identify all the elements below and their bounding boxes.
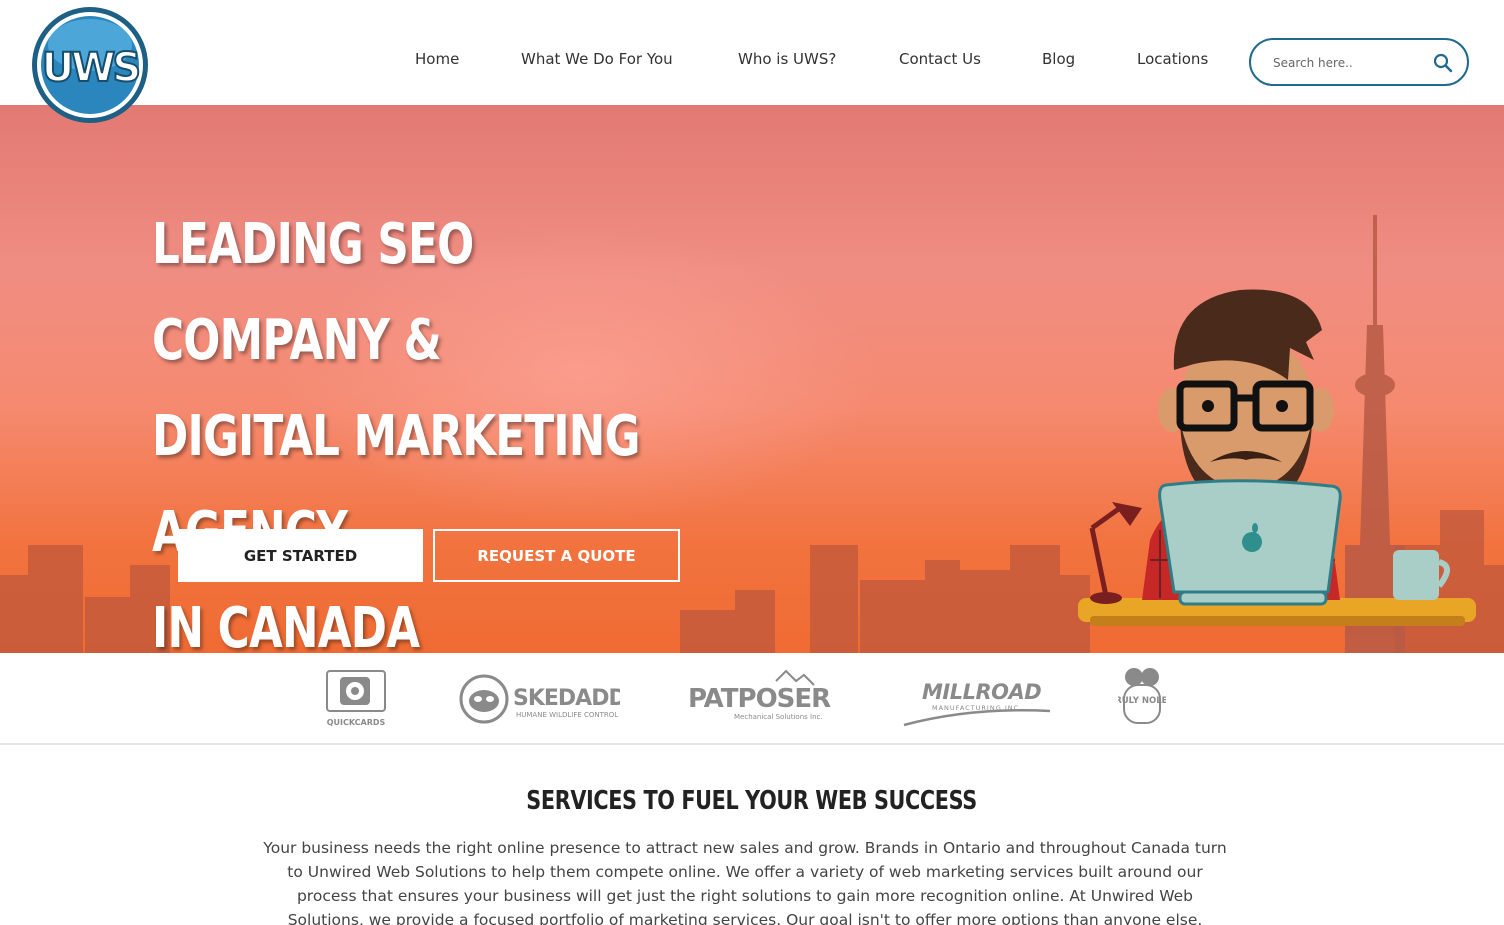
mascot-illustration [1078,289,1476,626]
uws-logo[interactable]: UWS [29,5,151,125]
hero-title-line-1: LEADING SEO COMPANY & [152,212,474,373]
lamp-icon [1089,502,1142,604]
millroad-logo: MILLROAD MANUFACTURING INC [903,680,1051,727]
nav-home[interactable]: Home [415,44,459,74]
truly-nolen-logo: TRULY NOLEN [1118,668,1166,724]
svg-text:UWS: UWS [42,45,139,91]
nav-who-is-uws[interactable]: Who is UWS? [738,44,836,74]
svg-text:MILLROAD: MILLROAD [922,680,1041,704]
laptop-icon [1158,479,1342,606]
hero-title: LEADING SEO COMPANY & DIGITAL MARKETING … [152,197,714,653]
mug-icon [1393,550,1450,600]
services-heading-text: SERVICES TO FUEL YOUR WEB SUCCESS [526,786,978,816]
request-quote-button[interactable]: REQUEST A QUOTE [433,529,680,582]
nav-contact-us[interactable]: Contact Us [899,44,981,74]
search-icon[interactable] [1433,53,1453,73]
nav-locations[interactable]: Locations [1137,44,1208,74]
search-box [1249,38,1469,86]
patposer-logo: PATPOSER Mechanical Solutions Inc. [688,669,831,721]
svg-text:TRULY NOLEN: TRULY NOLEN [1118,696,1166,706]
skedaddle-logo: SKEDADDLE HUMANE WILDLIFE CONTROL [459,674,620,724]
hero-banner: LEADING SEO COMPANY & DIGITAL MARKETING … [0,105,1504,653]
svg-text:SKEDADDLE: SKEDADDLE [513,686,620,711]
search-input[interactable] [1273,52,1433,74]
svg-text:QUICKCARDS: QUICKCARDS [327,718,386,727]
svg-text:HUMANE WILDLIFE CONTROL: HUMANE WILDLIFE CONTROL [516,711,618,719]
svg-text:PATPOSER: PATPOSER [688,684,831,714]
client-logos-strip: QUICKCARDS SKEDADDLE HUMANE WILDLIFE CON… [0,653,1504,745]
svg-text:Mechanical Solutions Inc.: Mechanical Solutions Inc. [734,713,823,721]
nav-what-we-do[interactable]: What We Do For You [521,44,673,74]
get-started-button[interactable]: GET STARTED [178,529,423,582]
site-header: UWS Home What We Do For You Who is UWS? … [0,0,1504,123]
services-description: Your business needs the right online pre… [263,839,1227,925]
quickcards-logo: QUICKCARDS [326,670,386,727]
nav-blog[interactable]: Blog [1042,44,1075,74]
services-heading: SERVICES TO FUEL YOUR WEB SUCCESS [0,786,1504,816]
hero-title-line-3: IN CANADA [152,596,420,653]
